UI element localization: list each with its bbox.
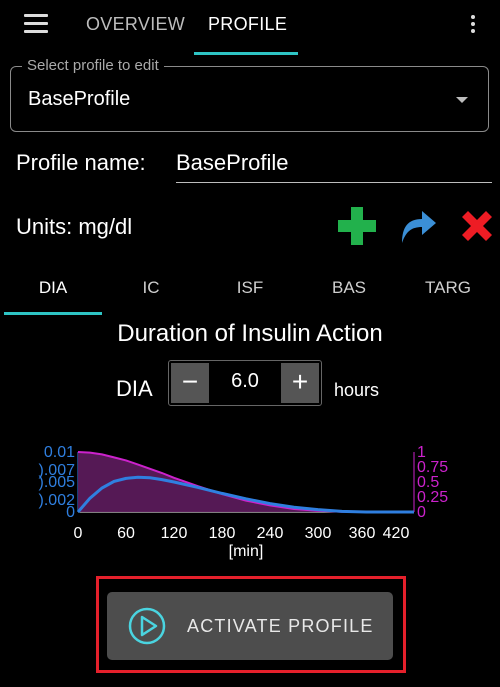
x-tick-label: 420 [383,525,410,542]
dia-label: DIA [116,376,153,401]
x-tick-label: 0 [74,525,83,542]
y-left-tick-label: ).007 [39,462,76,479]
increment-button[interactable]: + [281,363,319,403]
decrement-button[interactable]: − [171,363,209,403]
y-right-tick-label: 1 [417,444,426,461]
y-right-tick-label: 0.5 [417,474,439,491]
top-app-bar: OVERVIEW PROFILE [0,0,500,56]
dia-unit: hours [334,380,380,400]
units-label: Units: mg/dl [16,214,133,239]
profile-subtabs: DIA IC ISF BAS TARG [0,268,500,316]
menu-icon[interactable] [24,14,48,34]
dia-stepper: − 6.0 + [168,360,322,406]
x-tick-label: 60 [117,525,135,542]
dia-title: Duration of Insulin Action [117,320,383,347]
y-right-tick-label: 0.25 [417,489,448,506]
tab-bas[interactable]: BAS [299,278,399,298]
activate-profile-button[interactable]: ACTIVATE PROFILE [107,592,393,660]
tab-isf[interactable]: ISF [200,278,300,298]
profile-select-value[interactable]: BaseProfile [28,88,130,111]
redo-arrow-icon[interactable] [396,205,438,247]
insulin-action-chart: 0).002).005).0070.0100.250.50.7510 60 120 1… [39,444,449,560]
subtab-indicator [4,312,102,315]
tab-targ[interactable]: TARG [398,278,498,298]
tab-dia[interactable]: DIA [3,278,103,298]
y-right-tick-label: 0.75 [417,459,448,476]
plus-icon[interactable] [336,205,378,247]
profile-select-legend: Select profile to edit [22,57,164,74]
y-left-tick-label: 0.01 [44,444,75,461]
tab-overview[interactable]: OVERVIEW [86,14,185,35]
play-icon [128,607,166,645]
y-left-tick-label: ).002 [39,492,76,509]
x-tick-label: 360 [349,525,376,542]
close-icon[interactable] [456,205,498,247]
profile-name-input[interactable]: BaseProfile [176,150,492,183]
tab-profile[interactable]: PROFILE [208,14,287,35]
x-tick-label: 180 [209,525,236,542]
tab-ic[interactable]: IC [101,278,201,298]
activate-profile-label: ACTIVATE PROFILE [187,616,374,636]
x-axis-label: [min] [229,543,264,560]
y-right-tick-label: 0 [417,504,426,521]
x-tick-label: 120 [161,525,188,542]
dia-value[interactable]: 6.0 [213,370,277,393]
tab-indicator [194,52,298,55]
x-tick-label: 240 [257,525,284,542]
profile-name-label: Profile name: [16,150,146,175]
x-tick-label: 300 [305,525,332,542]
chevron-down-icon[interactable] [456,97,468,103]
more-options-icon[interactable] [470,12,476,36]
